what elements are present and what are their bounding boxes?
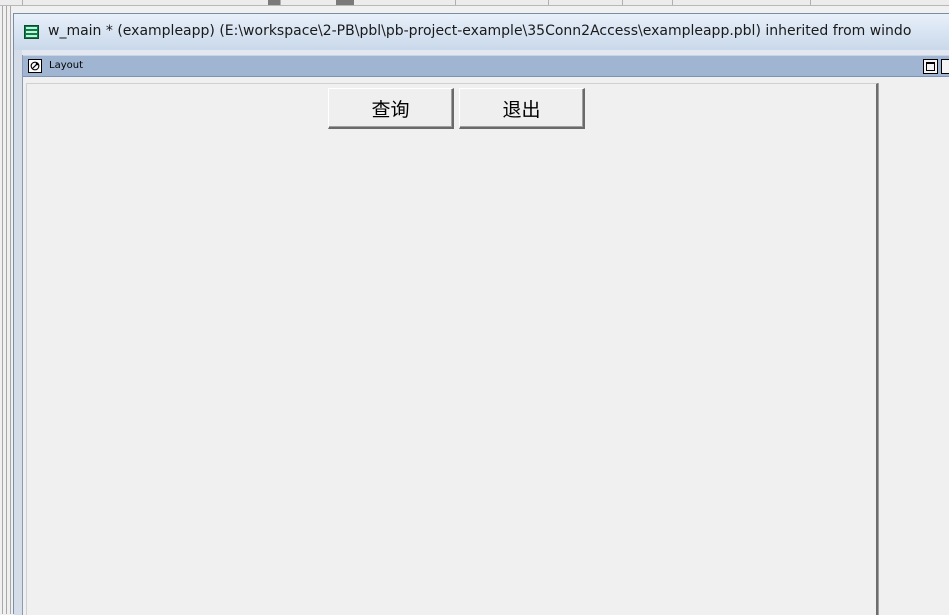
border-line: [10, 6, 11, 614]
design-surface-edge: [878, 83, 879, 615]
exit-button[interactable]: 退出: [459, 88, 585, 129]
toolbar-scroll-thumb[interactable]: [268, 0, 280, 5]
query-button[interactable]: 查询: [328, 88, 454, 129]
toolbar-divider: [622, 0, 623, 5]
toolbar-scroll-thumb[interactable]: [336, 0, 354, 5]
toolbar-divider: [810, 0, 811, 5]
border-line: [6, 6, 7, 614]
toolbar-divider: [455, 0, 456, 5]
painter-window: w_main * (exampleapp) (E:\workspace\2-PB…: [13, 13, 949, 615]
window-icon: [24, 25, 39, 39]
close-pane-button[interactable]: [941, 59, 949, 74]
layout-pane-header[interactable]: Layout: [23, 55, 949, 77]
maximize-icon: [926, 62, 935, 71]
toolbar-remnant: [0, 0, 949, 6]
design-surface[interactable]: 查询 退出: [26, 83, 878, 615]
painter-frame: [14, 50, 22, 615]
border-line: [2, 6, 3, 614]
layout-pane-title: Layout: [49, 60, 83, 71]
layout-pane: Layout 查询 退出: [22, 55, 949, 615]
toolbar-divider: [22, 0, 23, 5]
layout-pane-icon: [28, 59, 42, 73]
painter-title: w_main * (exampleapp) (E:\workspace\2-PB…: [48, 23, 912, 39]
toolbar-divider: [280, 0, 281, 5]
toolbar-divider: [672, 0, 673, 5]
painter-titlebar[interactable]: w_main * (exampleapp) (E:\workspace\2-PB…: [14, 14, 949, 50]
maximize-pane-button[interactable]: [923, 59, 938, 74]
ide-left-border: [0, 6, 13, 614]
toolbar-divider: [548, 0, 549, 5]
